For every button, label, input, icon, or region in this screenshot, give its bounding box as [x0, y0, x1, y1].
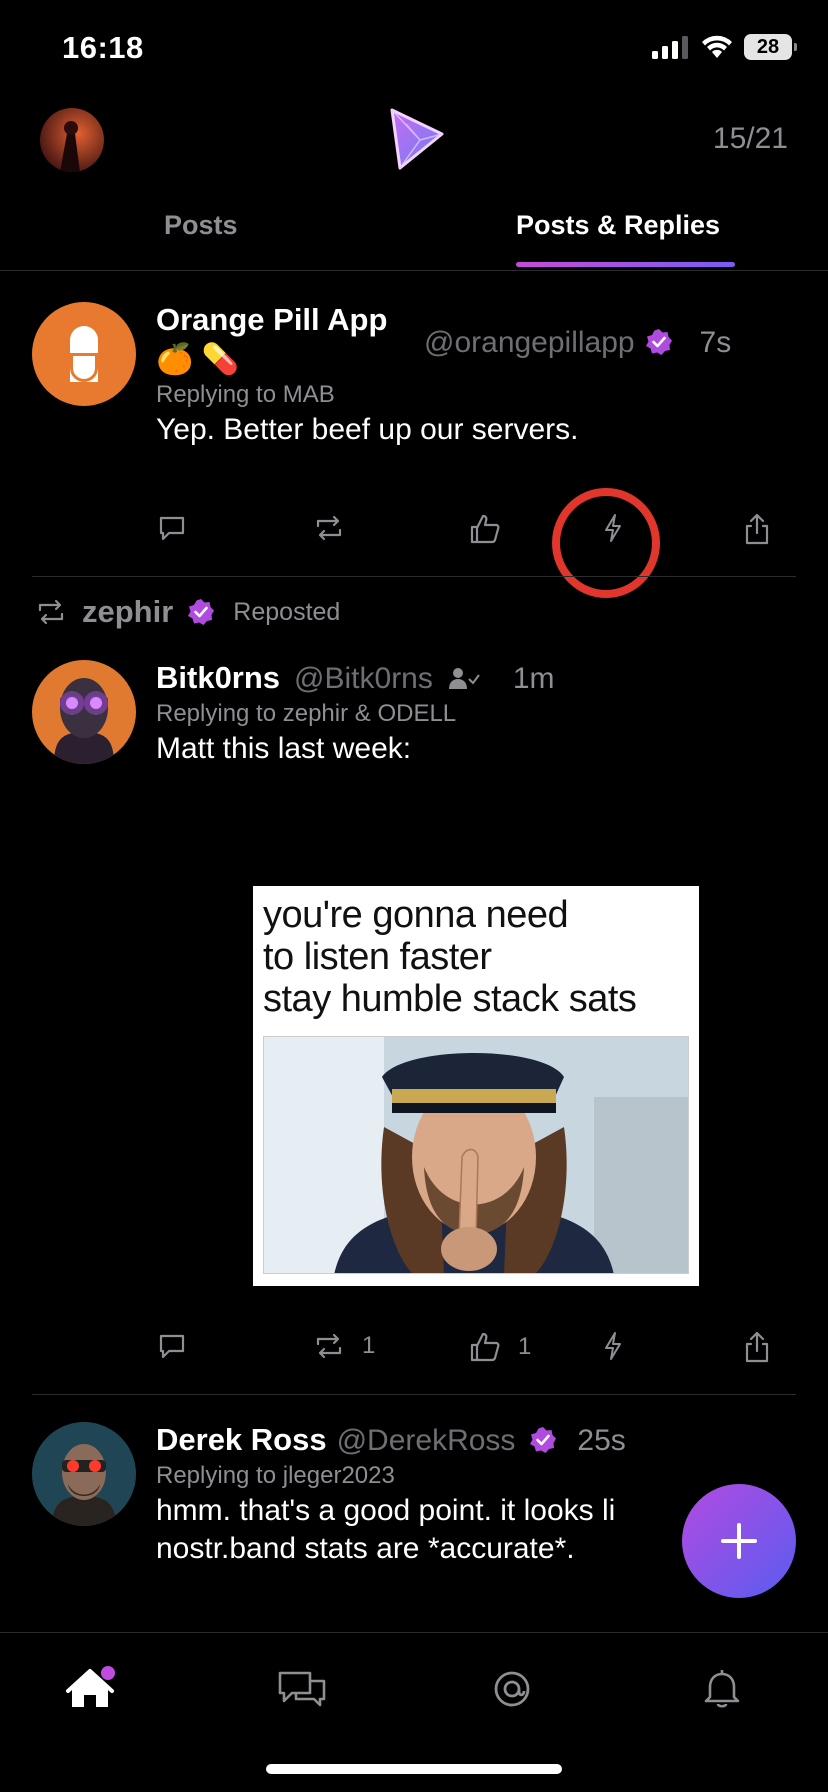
- zap-icon: [605, 1332, 621, 1360]
- like-icon: [470, 514, 500, 544]
- meme-line: stay humble stack sats: [263, 978, 637, 1020]
- search-icon: [494, 1671, 530, 1707]
- repost-icon: [38, 599, 64, 625]
- status-time: 16:18: [62, 30, 144, 65]
- divider: [32, 1394, 796, 1395]
- reply-button[interactable]: [156, 1330, 188, 1362]
- meme-photo: [263, 1036, 689, 1274]
- repost-label: Reposted: [233, 597, 341, 626]
- bell-icon: [704, 1670, 740, 1708]
- profile-avatar[interactable]: [40, 108, 104, 172]
- post-orange-pill[interactable]: Orange Pill App @orangepillapp 7s 🍊 💊 Re…: [0, 300, 828, 570]
- tab-messages[interactable]: [272, 1659, 332, 1719]
- repost-icon: [316, 1333, 342, 1359]
- replying-to[interactable]: Replying to zephir & ODELL: [156, 700, 788, 728]
- meme-caption: you're gonna need to listen faster stay …: [263, 894, 637, 1020]
- avatar[interactable]: [32, 660, 136, 764]
- reply-button[interactable]: [156, 512, 188, 544]
- reply-icon: [159, 1334, 185, 1359]
- home-icon: [66, 1666, 115, 1707]
- reposted-by-name[interactable]: zephir: [82, 594, 173, 630]
- wifi-icon: [702, 35, 732, 58]
- post-image[interactable]: you're gonna need to listen faster stay …: [253, 886, 699, 1286]
- share-icon: [745, 1331, 769, 1363]
- repost-icon: [316, 515, 342, 541]
- meme-line: to listen faster: [263, 936, 492, 978]
- like-button[interactable]: [468, 512, 502, 546]
- meme-line: you're gonna need: [263, 894, 569, 936]
- verified-icon: [530, 1427, 557, 1453]
- share-button[interactable]: [742, 1330, 772, 1364]
- post-content: Yep. Better beef up our servers.: [156, 413, 579, 446]
- share-button[interactable]: [742, 512, 772, 546]
- compose-button[interactable]: [682, 1484, 796, 1598]
- like-button[interactable]: 1: [468, 1330, 531, 1364]
- display-name[interactable]: Orange Pill App: [156, 302, 387, 338]
- verified-icon: [646, 329, 673, 355]
- timestamp: 1m: [512, 662, 555, 695]
- tab-posts-and-replies[interactable]: Posts & Replies: [516, 210, 720, 241]
- zap-button[interactable]: [600, 1330, 626, 1362]
- repost-button[interactable]: [312, 512, 346, 544]
- home-indicator: [266, 1764, 562, 1774]
- bottom-tab-bar: [0, 1632, 828, 1792]
- timestamp: 7s: [699, 326, 732, 359]
- handle: @Bitk0rns: [294, 662, 433, 695]
- replying-to[interactable]: Replying to MAB: [156, 381, 788, 409]
- like-count: 1: [518, 1333, 532, 1360]
- tab-posts[interactable]: Posts: [164, 210, 238, 241]
- display-name[interactable]: Bitk0rns: [156, 660, 280, 696]
- display-name[interactable]: Derek Ross: [156, 1422, 327, 1458]
- battery-icon: 28: [744, 34, 797, 60]
- divider: [32, 576, 796, 577]
- repost-indicator[interactable]: zephir Reposted: [34, 594, 340, 630]
- post-actions: 1 1: [156, 1330, 780, 1370]
- verified-icon: [188, 599, 215, 625]
- status-icons: 28: [652, 34, 797, 60]
- handle: @orangepillapp: [424, 326, 635, 359]
- post-actions: [156, 512, 780, 552]
- share-icon: [745, 513, 769, 545]
- active-tab-indicator: [516, 262, 735, 267]
- highlight-circle-annotation: [552, 488, 660, 598]
- app-logo[interactable]: [380, 102, 450, 174]
- post-content: Matt this last week:: [156, 732, 412, 765]
- repost-count: 1: [362, 1332, 376, 1359]
- avatar[interactable]: [32, 1422, 136, 1526]
- messages-icon: [278, 1671, 326, 1707]
- status-bar: 16:18 28: [0, 0, 828, 100]
- divider: [0, 270, 828, 271]
- post-counter: 15/21: [712, 122, 788, 155]
- like-icon: [470, 1332, 500, 1362]
- repost-button[interactable]: 1: [312, 1330, 375, 1362]
- tab-home[interactable]: [60, 1659, 120, 1719]
- following-icon: [448, 668, 480, 689]
- reply-icon: [159, 516, 185, 541]
- timestamp: 25s: [577, 1424, 626, 1457]
- tab-search[interactable]: [482, 1659, 542, 1719]
- tab-notifications[interactable]: [692, 1659, 752, 1719]
- signal-icon: [652, 36, 688, 59]
- avatar[interactable]: [32, 302, 136, 406]
- top-nav: 15/21 Posts Posts & Replies: [0, 100, 828, 280]
- plus-icon: [721, 1523, 757, 1559]
- handle: @DerekRoss: [336, 1424, 516, 1457]
